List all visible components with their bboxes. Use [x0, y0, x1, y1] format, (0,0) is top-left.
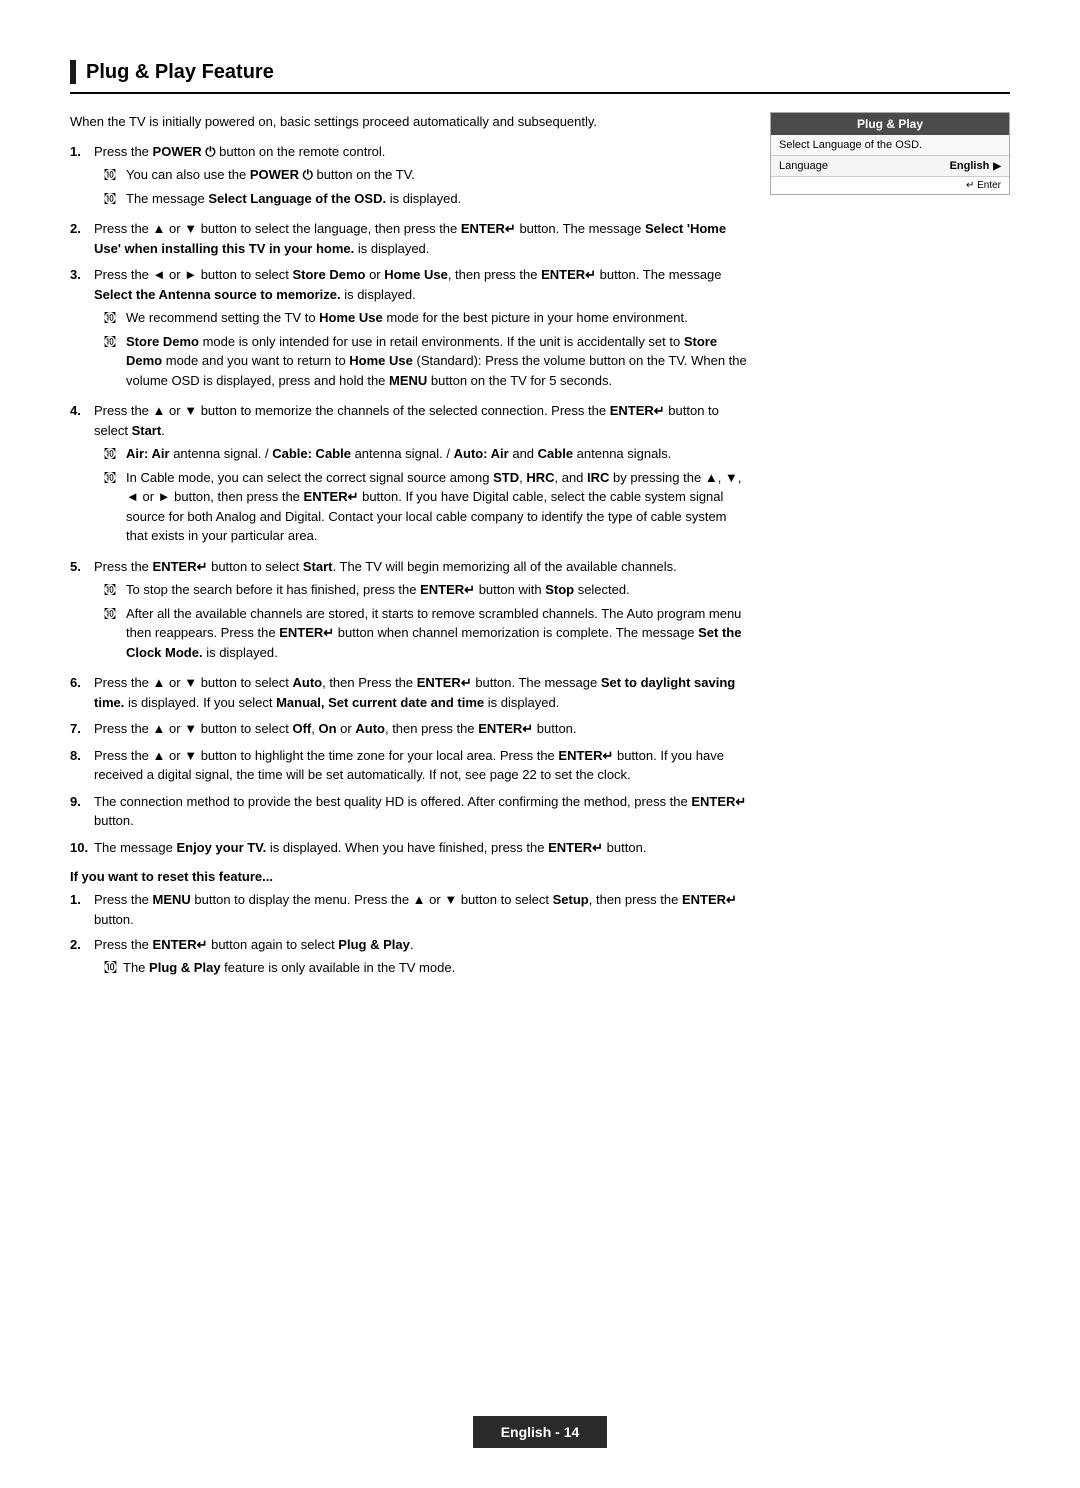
sidebar-box-title: Plug & Play: [771, 113, 1009, 135]
reset-section: If you want to reset this feature... 1. …: [70, 869, 750, 977]
step-3-content: Press the ◄ or ► button to select Store …: [94, 265, 750, 394]
reset-step-2-content: Press the ENTER↵ button again to select …: [94, 935, 455, 977]
step-3-sub: ㉈ We recommend setting the TV to Home Us…: [94, 308, 750, 390]
page-title: Plug & Play Feature: [70, 60, 1010, 94]
footer-badge: English - 14: [473, 1416, 608, 1448]
main-content: When the TV is initially powered on, bas…: [70, 112, 1010, 983]
sub-5-2: ㉈ After all the available channels are s…: [94, 604, 750, 663]
sidebar-box-enter: ↵ Enter: [771, 177, 1009, 194]
reset-sub-2-1: ㉈ The Plug & Play feature is only availa…: [104, 958, 455, 978]
sub-1-1: ㉈ You can also use the POWER ⏻ button on…: [94, 165, 750, 185]
reset-title: If you want to reset this feature...: [70, 869, 750, 884]
step-3-num: 3.: [70, 265, 88, 394]
note-icon: ㉈: [104, 166, 120, 185]
step-6: 6. Press the ▲ or ▼ button to select Aut…: [70, 673, 750, 712]
step-4-sub: ㉈ Air: Air antenna signal. / Cable: Cabl…: [94, 444, 750, 546]
note-icon: ㉈: [104, 605, 120, 663]
page-container: Plug & Play Feature When the TV is initi…: [0, 0, 1080, 1488]
step-4: 4. Press the ▲ or ▼ button to memorize t…: [70, 401, 750, 550]
intro-text: When the TV is initially powered on, bas…: [70, 112, 750, 132]
sub-4-2: ㉈ In Cable mode, you can select the corr…: [94, 468, 750, 546]
note-icon: ㉈: [104, 190, 120, 209]
sidebar-box-subtitle: Select Language of the OSD.: [771, 135, 1009, 156]
step-1-sub: ㉈ You can also use the POWER ⏻ button on…: [94, 165, 750, 208]
step-2: 2. Press the ▲ or ▼ button to select the…: [70, 219, 750, 258]
step-6-content: Press the ▲ or ▼ button to select Auto, …: [94, 673, 750, 712]
step-1: 1. Press the POWER ⏻ button on the remot…: [70, 142, 750, 213]
step-9-content: The connection method to provide the bes…: [94, 792, 750, 831]
step-9: 9. The connection method to provide the …: [70, 792, 750, 831]
page-title-text: Plug & Play Feature: [86, 61, 274, 84]
step-10-content: The message Enjoy your TV. is displayed.…: [94, 838, 750, 858]
step-7-num: 7.: [70, 719, 88, 739]
step-2-num: 2.: [70, 219, 88, 258]
sub-3-2: ㉈ Store Demo mode is only intended for u…: [94, 332, 750, 391]
step-1-num: 1.: [70, 142, 88, 213]
sidebar-box: Plug & Play Select Language of the OSD. …: [770, 112, 1010, 195]
reset-sub-list: ㉈ The Plug & Play feature is only availa…: [94, 958, 455, 978]
sidebar-row-value: English ▶: [950, 160, 1001, 172]
note-icon: ㉈: [104, 958, 117, 978]
sidebar-row-label: Language: [779, 160, 828, 172]
note-icon: ㉈: [104, 333, 120, 391]
reset-step-2-num: 2.: [70, 935, 88, 977]
step-5-content: Press the ENTER↵ button to select Start.…: [94, 557, 750, 667]
reset-step-1: 1. Press the MENU button to display the …: [70, 890, 750, 929]
step-8: 8. Press the ▲ or ▼ button to highlight …: [70, 746, 750, 785]
step-2-content: Press the ▲ or ▼ button to select the la…: [94, 219, 750, 258]
sub-4-1: ㉈ Air: Air antenna signal. / Cable: Cabl…: [94, 444, 750, 464]
sidebar-row-value-text: English: [950, 160, 990, 172]
sidebar-box-row: Language English ▶: [771, 156, 1009, 177]
reset-step-1-content: Press the MENU button to display the men…: [94, 890, 750, 929]
arrow-right-icon: ▶: [993, 161, 1001, 172]
footer: English - 14: [0, 1416, 1080, 1448]
reset-step-2: 2. Press the ENTER↵ button again to sele…: [70, 935, 750, 977]
text-content: When the TV is initially powered on, bas…: [70, 112, 750, 983]
sub-3-1: ㉈ We recommend setting the TV to Home Us…: [94, 308, 750, 328]
step-10-num: 10.: [70, 838, 88, 858]
sub-5-1: ㉈ To stop the search before it has finis…: [94, 580, 750, 600]
step-4-num: 4.: [70, 401, 88, 550]
step-6-num: 6.: [70, 673, 88, 712]
step-7-content: Press the ▲ or ▼ button to select Off, O…: [94, 719, 750, 739]
step-7: 7. Press the ▲ or ▼ button to select Off…: [70, 719, 750, 739]
title-bar-decoration: [70, 60, 76, 84]
note-icon: ㉈: [104, 469, 120, 546]
note-icon: ㉈: [104, 581, 120, 600]
step-10: 10. The message Enjoy your TV. is displa…: [70, 838, 750, 858]
steps-list: 1. Press the POWER ⏻ button on the remot…: [70, 142, 750, 858]
step-8-content: Press the ▲ or ▼ button to highlight the…: [94, 746, 750, 785]
step-8-num: 8.: [70, 746, 88, 785]
step-5: 5. Press the ENTER↵ button to select Sta…: [70, 557, 750, 667]
step-5-sub: ㉈ To stop the search before it has finis…: [94, 580, 750, 662]
step-4-content: Press the ▲ or ▼ button to memorize the …: [94, 401, 750, 550]
step-5-num: 5.: [70, 557, 88, 667]
reset-list: 1. Press the MENU button to display the …: [70, 890, 750, 977]
sub-1-2: ㉈ The message Select Language of the OSD…: [94, 189, 750, 209]
step-3: 3. Press the ◄ or ► button to select Sto…: [70, 265, 750, 394]
step-1-content: Press the POWER ⏻ button on the remote c…: [94, 142, 750, 213]
reset-step-1-num: 1.: [70, 890, 88, 929]
note-icon: ㉈: [104, 445, 120, 464]
step-9-num: 9.: [70, 792, 88, 831]
note-icon: ㉈: [104, 309, 120, 328]
